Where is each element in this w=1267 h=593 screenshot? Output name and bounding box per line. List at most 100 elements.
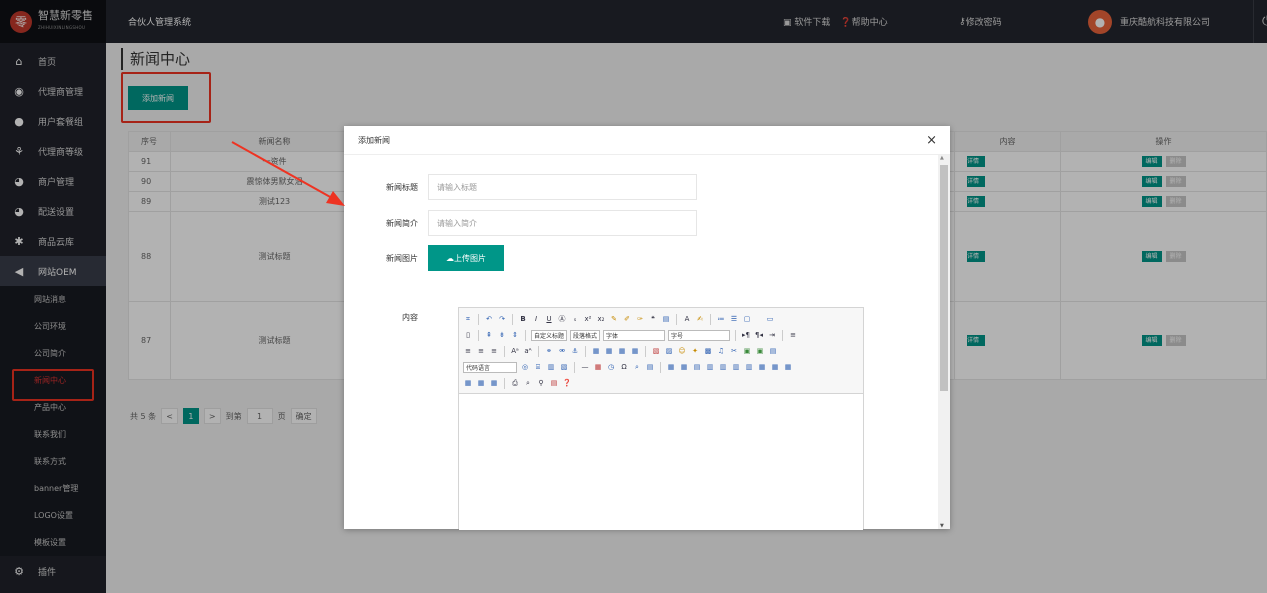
news-title-input[interactable] [428, 174, 697, 200]
simple-upload-icon[interactable]: ▧ [651, 346, 661, 356]
time-icon[interactable]: ◷ [606, 362, 616, 372]
html-icon[interactable]: ⌗ [463, 314, 473, 324]
help-circle-icon[interactable]: ❓ [562, 378, 572, 388]
scroll-up-icon[interactable]: ▲ [940, 155, 944, 161]
change-password-link[interactable]: ⚷ 修改密码 [959, 0, 1002, 43]
wordimage-icon[interactable]: ▧ [559, 362, 569, 372]
delete-col-icon[interactable]: ▥ [744, 362, 754, 372]
sidebar-item-merchant[interactable]: ◕ 商户管理 [0, 166, 106, 196]
sidebar-item-plugin[interactable]: ⚙ 插件 [0, 556, 106, 586]
modal-scrollbar[interactable]: ▲ ▼ [938, 155, 950, 529]
sidebar-item-cloud[interactable]: ✱ 商品云库 [0, 226, 106, 256]
clear-doc-icon[interactable]: ▭ [765, 314, 775, 324]
unordered-list-icon[interactable]: ☰ [729, 314, 739, 324]
insert-col-icon[interactable]: ▥ [731, 362, 741, 372]
news-intro-input[interactable] [428, 210, 697, 236]
image-left-icon[interactable]: ▦ [604, 346, 614, 356]
editor-content-area[interactable] [459, 394, 863, 530]
prev-page-button[interactable]: < [161, 408, 178, 424]
select-all-icon[interactable]: ▢ [742, 314, 752, 324]
align-center-icon[interactable]: ≡ [476, 346, 486, 356]
sidebar-item-package[interactable]: ● 用户套餐组 [0, 106, 106, 136]
download-link[interactable]: ▣ 软件下载 [783, 15, 830, 28]
page-button[interactable]: 1 [182, 408, 199, 424]
delete-button[interactable]: 删除 [1165, 335, 1186, 346]
page-break-icon[interactable]: ◎ [520, 362, 530, 372]
detail-button[interactable]: 详情 [967, 176, 985, 187]
power-icon[interactable]: ⏻ [1253, 0, 1267, 43]
emotion-icon[interactable]: ☺ [677, 346, 687, 356]
horizontal-rule-icon[interactable]: — [580, 362, 590, 372]
ordered-list-icon[interactable]: ≔ [716, 314, 726, 324]
bg-color-icon[interactable]: ✍ [695, 314, 705, 324]
logo[interactable]: 零 智慧新零售 ZHIHUIXINLINGSHOU [0, 0, 106, 43]
user-menu[interactable]: ● 重庆酷航科技有限公司 [1088, 0, 1210, 43]
underline-icon[interactable]: U [544, 314, 554, 324]
special-chars-icon[interactable]: Ω [619, 362, 629, 372]
code-language-select[interactable]: 代码语言 [463, 361, 517, 373]
font-family-select[interactable]: 字体 [603, 329, 666, 341]
search-replace-icon[interactable]: ⌕ [632, 362, 642, 372]
print-icon[interactable]: ⎙ [510, 378, 520, 388]
custom-title-select[interactable]: 自定义标题 [531, 329, 568, 341]
font-border-icon[interactable]: Ⓐ [557, 314, 567, 324]
sidebar-item-home[interactable]: ⌂ 首页 [0, 46, 106, 76]
edit-button[interactable]: 编辑 [1141, 251, 1162, 262]
redo-icon[interactable]: ↷ [497, 314, 507, 324]
image-none-icon[interactable]: ▦ [591, 346, 601, 356]
align-right-icon[interactable]: ≡ [489, 346, 499, 356]
paste-plain-icon[interactable]: ▤ [661, 314, 671, 324]
merge-down-icon[interactable]: ▦ [783, 362, 793, 372]
edit-button[interactable]: 编辑 [1141, 196, 1162, 207]
superscript-icon[interactable]: x² [583, 314, 593, 324]
delete-button[interactable]: 删除 [1165, 156, 1186, 167]
paragraph-select[interactable]: 段落格式 [570, 329, 601, 341]
sidebar-sub-environment[interactable]: 公司环境 [0, 313, 106, 340]
rtl-icon[interactable]: ¶◂ [754, 330, 764, 340]
scroll-thumb[interactable] [940, 165, 948, 391]
merge-cells-icon[interactable]: ▦ [757, 362, 767, 372]
gmap-icon[interactable]: ▣ [755, 346, 765, 356]
confirm-page-button[interactable]: 确定 [290, 408, 317, 424]
blockquote-icon[interactable]: ❝ [648, 314, 658, 324]
frame-icon[interactable]: ▤ [768, 346, 778, 356]
align-left-icon[interactable]: ≡ [463, 346, 473, 356]
sidebar-sub-banner[interactable]: banner管理 [0, 475, 106, 502]
insert-video-icon[interactable]: ▩ [703, 346, 713, 356]
delete-table-icon[interactable]: ▦ [679, 362, 689, 372]
delete-button[interactable]: 删除 [1165, 196, 1186, 207]
link-icon[interactable]: ⚭ [544, 346, 554, 356]
upload-image-button[interactable]: ☁ 上传图片 [428, 245, 504, 271]
search-icon[interactable]: ⚲ [536, 378, 546, 388]
page-input[interactable]: 1 [246, 408, 273, 424]
detail-button[interactable]: 详情 [967, 156, 985, 167]
insert-row-icon[interactable]: ▥ [705, 362, 715, 372]
scroll-down-icon[interactable]: ▼ [940, 523, 944, 529]
auto-format-icon[interactable]: ✑ [635, 314, 645, 324]
close-icon[interactable]: × [926, 133, 937, 148]
ltr-icon[interactable]: ▸¶ [741, 330, 751, 340]
sidebar-item-delivery[interactable]: ◕ 配送设置 [0, 196, 106, 226]
snapscreen-icon[interactable]: ▤ [645, 362, 655, 372]
image-right-icon[interactable]: ▦ [617, 346, 627, 356]
row-spacing-bottom-icon[interactable]: ⇟ [497, 330, 507, 340]
font-size-select[interactable]: 字号 [668, 329, 731, 341]
insert-paragraph-icon[interactable]: ▤ [692, 362, 702, 372]
edit-button[interactable]: 编辑 [1141, 176, 1162, 187]
detail-button[interactable]: 详情 [967, 335, 985, 346]
image-center-icon[interactable]: ▦ [630, 346, 640, 356]
delete-button[interactable]: 删除 [1165, 176, 1186, 187]
anchor-icon[interactable]: ⚓ [570, 346, 580, 356]
line-height-icon[interactable]: ⇕ [510, 330, 520, 340]
sidebar-sub-logo[interactable]: LOGO设置 [0, 502, 106, 529]
insert-image-icon[interactable]: ▨ [664, 346, 674, 356]
undo-icon[interactable]: ↶ [484, 314, 494, 324]
split-cells-icon[interactable]: ▦ [463, 378, 473, 388]
attachment-icon[interactable]: ✂ [729, 346, 739, 356]
unlink-icon[interactable]: ⚮ [557, 346, 567, 356]
preview-icon[interactable]: ⌕ [523, 378, 533, 388]
sidebar-sub-contact-us[interactable]: 联系我们 [0, 421, 106, 448]
italic-icon[interactable]: I [531, 314, 541, 324]
date-icon[interactable]: ▦ [593, 362, 603, 372]
sidebar-sub-messages[interactable]: 网站消息 [0, 286, 106, 313]
